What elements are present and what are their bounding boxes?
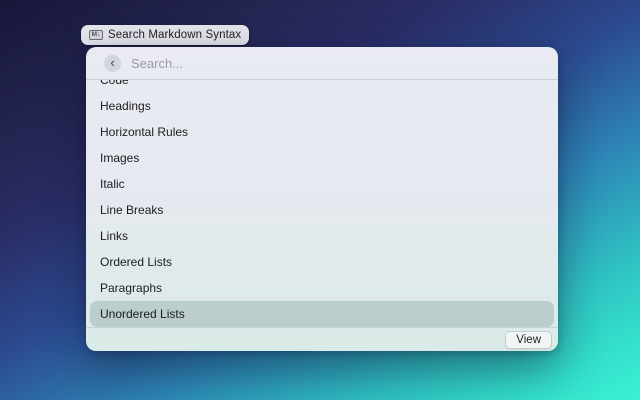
list-item[interactable]: Code [90,80,554,93]
list-item-label: Ordered Lists [100,255,172,269]
shortcut-hint-label: Search Markdown Syntax [108,29,241,41]
chevron-left-icon: ‹ [110,56,114,69]
list-item[interactable]: Links [90,223,554,249]
markdown-icon: M↓ [89,30,103,40]
list-item-label: Headings [100,99,151,113]
search-panel: ‹ Code Headings Horizontal Rules Images Ital… [86,47,558,351]
list-item-label: Unordered Lists [100,307,185,321]
list-item[interactable]: Horizontal Rules [90,119,554,145]
search-input[interactable] [131,56,546,71]
panel-footer: View [86,327,558,351]
list-item-label: Links [100,229,128,243]
shortcut-hint-pill[interactable]: M↓ Search Markdown Syntax [81,25,249,45]
list-item[interactable]: Headings [90,93,554,119]
list-item[interactable]: Images [90,145,554,171]
back-button[interactable]: ‹ [104,55,121,72]
search-bar: ‹ [86,47,558,80]
list-item[interactable]: Ordered Lists [90,249,554,275]
list-item[interactable]: Unordered Lists [90,301,554,327]
list-item[interactable]: Italic [90,171,554,197]
list-item[interactable]: Paragraphs [90,275,554,301]
list-item[interactable]: Line Breaks [90,197,554,223]
list-item-label: Code [100,80,129,87]
list-item-label: Images [100,151,139,165]
results-list: Code Headings Horizontal Rules Images Italic… [86,80,558,327]
list-item-label: Line Breaks [100,203,163,217]
view-button[interactable]: View [505,331,552,349]
list-item-label: Paragraphs [100,281,162,295]
list-item-label: Italic [100,177,125,191]
list-item-label: Horizontal Rules [100,125,188,139]
